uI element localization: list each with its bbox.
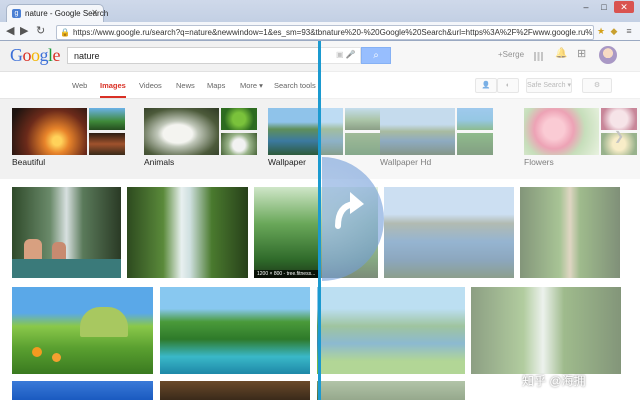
settings-gear-icon[interactable]: ⚙ — [582, 78, 612, 93]
camera-mic-icons[interactable]: ▣ 🎤 — [336, 50, 356, 59]
tab-web[interactable]: Web — [72, 81, 87, 90]
result-image-forest-path[interactable] — [520, 187, 620, 278]
forward-icon[interactable]: ▶ — [20, 24, 28, 38]
plus-user-link[interactable]: +Serge — [498, 50, 524, 59]
tab-images[interactable]: Images — [100, 81, 126, 98]
reload-icon[interactable]: ↻ — [36, 24, 45, 38]
thumb-image — [345, 108, 381, 130]
result-image-alpine-lake[interactable] — [317, 287, 465, 374]
result-image-partial[interactable] — [160, 381, 310, 400]
thumb-image — [601, 108, 637, 130]
result-image-fairy-house[interactable] — [12, 287, 153, 374]
orange-flower — [52, 353, 61, 362]
tab-more[interactable]: More ▾ — [240, 81, 263, 90]
orange-flower — [32, 347, 42, 357]
google-favicon-icon: g — [12, 9, 21, 18]
thumb-image — [457, 133, 493, 155]
thumb-image — [345, 133, 381, 155]
browser-tab[interactable]: g nature - Google Search ✕ — [6, 4, 108, 23]
back-icon[interactable]: ◀ — [6, 24, 14, 38]
url-text: https://www.google.ru/search?q=nature&ne… — [72, 28, 594, 37]
sunset-image — [12, 108, 87, 155]
share-plus-icon[interactable]: ⊞ — [577, 47, 586, 60]
tab-maps[interactable]: Maps — [207, 81, 225, 90]
result-image-waterfall-people[interactable] — [12, 187, 121, 278]
result-image-forest-waterfall[interactable] — [127, 187, 248, 278]
extension-icon[interactable]: ◆ — [609, 26, 619, 36]
apps-grid-icon[interactable] — [534, 52, 543, 61]
result-image-partial[interactable] — [317, 381, 465, 400]
thumb-image — [89, 108, 125, 130]
lock-icon: 🔒 — [60, 28, 70, 37]
frog-image — [221, 108, 257, 130]
white-tiger-image — [144, 108, 219, 155]
address-bar[interactable]: 🔒 https://www.google.ru/search?q=nature&n… — [56, 25, 594, 40]
lake-image — [268, 108, 343, 155]
result-image-mountain-lake[interactable] — [384, 187, 514, 278]
search-button[interactable]: ⌕ — [361, 47, 391, 64]
browser-chrome: g nature - Google Search ✕ – □ ✕ ◀ ▶ ↻ 🔒… — [0, 0, 640, 41]
mountain-lake-image — [380, 108, 455, 155]
pink-roses-image — [524, 108, 599, 155]
result-image-tropical-falls[interactable] — [160, 287, 310, 374]
window-controls: – □ ✕ — [576, 1, 634, 13]
next-arrow-icon[interactable]: ❯ — [614, 129, 624, 143]
moss-roof-house — [80, 307, 128, 337]
tab-search-tools[interactable]: Search tools — [274, 81, 316, 90]
tab-videos[interactable]: Videos — [139, 81, 162, 90]
watermark-text: 知乎 @海拥 — [522, 374, 586, 388]
refresh-arrow-icon — [335, 192, 364, 229]
divider-line[interactable] — [318, 41, 321, 400]
result-image-partial[interactable] — [12, 381, 153, 400]
minimize-icon[interactable]: – — [578, 1, 594, 13]
image-size-caption: 1200 × 800 - tree.fitness... — [254, 270, 319, 278]
related-item-wallpaper-hd[interactable]: Wallpaper Hd — [380, 108, 493, 167]
result-image-cascade[interactable] — [471, 287, 621, 374]
thumb-image — [89, 133, 125, 155]
thumb-image — [221, 133, 257, 155]
search-input[interactable]: nature — [67, 47, 361, 64]
search-icon: ⌕ — [373, 50, 379, 61]
thumb-image — [457, 108, 493, 130]
browser-toolbar: ◀ ▶ ↻ 🔒 https://www.google.ru/search?q=na… — [0, 22, 640, 40]
avatar[interactable] — [599, 46, 617, 64]
related-item-beautiful[interactable]: Beautiful — [12, 108, 125, 167]
bookmark-star-icon[interactable]: ★ — [596, 26, 606, 36]
close-window-icon[interactable]: ✕ — [614, 1, 634, 13]
hide-personal-icon[interactable]: ◐ — [497, 78, 519, 93]
maximize-icon[interactable]: □ — [596, 1, 612, 13]
notifications-bell-icon[interactable]: 🔔 — [555, 48, 567, 59]
pool-water — [12, 259, 121, 278]
google-logo[interactable]: Google — [10, 45, 60, 66]
tab-news[interactable]: News — [176, 81, 195, 90]
related-item-animals[interactable]: Animals — [144, 108, 257, 167]
close-tab-icon[interactable]: ✕ — [91, 8, 98, 17]
personal-results-icon[interactable]: 👤 — [475, 78, 497, 93]
menu-icon[interactable]: ≡ — [624, 26, 634, 36]
safe-search-dropdown[interactable]: Safe Search ▾ — [526, 78, 572, 93]
